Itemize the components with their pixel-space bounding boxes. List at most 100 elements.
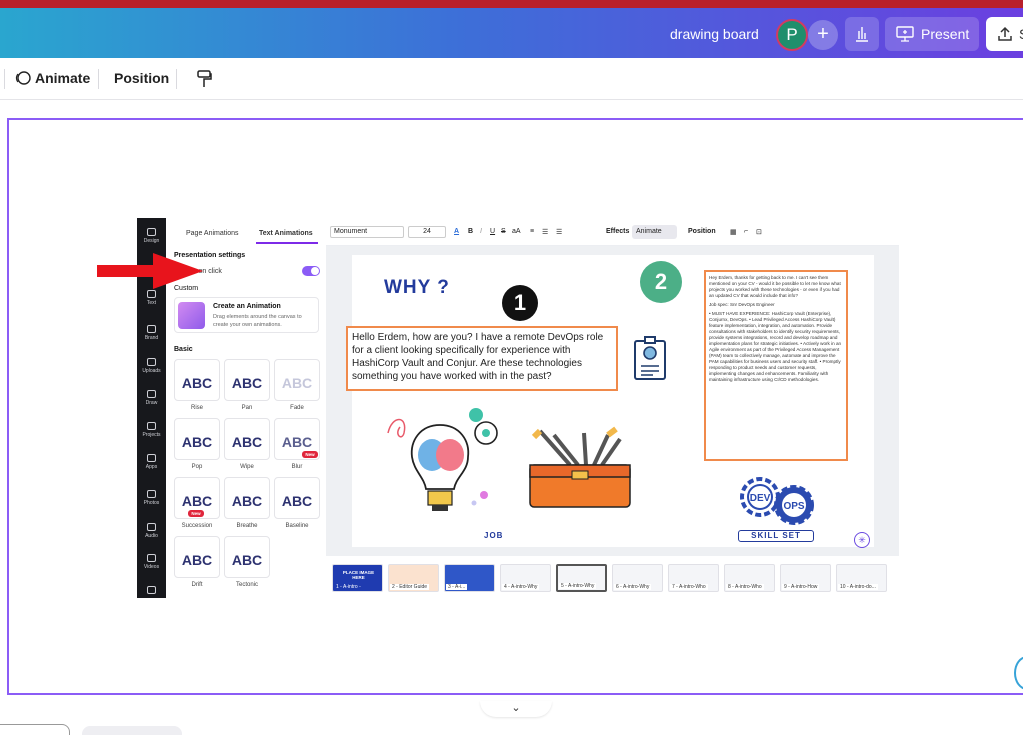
page-thumb-2[interactable]: 2 - Editor Guide bbox=[388, 564, 439, 592]
animate-button[interactable]: Animate bbox=[14, 70, 90, 86]
toolbar-divider bbox=[4, 69, 5, 89]
anim-label: Pan bbox=[241, 405, 253, 411]
lock-icon[interactable]: ⊡ bbox=[756, 228, 762, 236]
slide[interactable]: WHY ? Hello Erdem, how are you? I have a… bbox=[346, 255, 874, 548]
paint-format-icon[interactable] bbox=[196, 69, 212, 89]
videos-icon bbox=[147, 554, 156, 562]
anim-label: Wipe bbox=[240, 464, 254, 470]
toggle-knob bbox=[311, 267, 319, 275]
text-icon bbox=[147, 290, 156, 298]
toolbar-divider bbox=[176, 69, 177, 89]
message-textbox[interactable]: Hello Erdem, how are you? I have a remot… bbox=[346, 326, 618, 391]
anim-wipe[interactable]: ABC bbox=[224, 418, 270, 460]
anim-baseline[interactable]: ABC bbox=[274, 477, 320, 519]
text-color-icon[interactable]: A bbox=[454, 228, 459, 235]
underline-icon[interactable]: U bbox=[490, 228, 495, 235]
expand-pages-button[interactable]: ⌄ bbox=[480, 701, 552, 717]
user-avatar[interactable]: P bbox=[776, 19, 808, 51]
page-thumb-label: 10 - A-intro-do... bbox=[838, 584, 878, 590]
list-icon[interactable]: ☰ bbox=[542, 228, 548, 236]
page-thumb-label: 9 - A-intro-How bbox=[782, 584, 820, 590]
anim-drift[interactable]: ABC bbox=[174, 536, 220, 578]
anim-pop[interactable]: ABC bbox=[174, 418, 220, 460]
strikethrough-icon[interactable]: S bbox=[501, 228, 506, 235]
app-window: drawing board P + Present S bbox=[0, 0, 1023, 735]
inner-animate-button[interactable]: Animate bbox=[632, 225, 677, 239]
projects-icon bbox=[147, 422, 156, 430]
add-collaborator-button[interactable]: + bbox=[808, 20, 838, 50]
anim-pan[interactable]: ABC bbox=[224, 359, 270, 401]
rail-item-videos[interactable]: Videos bbox=[137, 554, 166, 570]
insights-button[interactable] bbox=[845, 17, 879, 51]
page-thumb-4[interactable]: 4 - A-intro-Why bbox=[500, 564, 551, 592]
embedded-screenshot[interactable]: Design Text Brand Uploads Draw Projects … bbox=[137, 218, 899, 598]
marker-two: 2 bbox=[640, 261, 682, 303]
page-thumb-label: 3 - A-i... bbox=[446, 584, 468, 590]
page-thumb-5[interactable]: 5 - A-intro-Why bbox=[556, 564, 607, 592]
page-thumb-1[interactable]: PLACE IMAGE HERE 1 - A-intro - bbox=[332, 564, 383, 592]
new-badge: New bbox=[188, 510, 204, 517]
case-icon[interactable]: aA bbox=[512, 228, 521, 235]
rail-item-text[interactable]: Text bbox=[137, 290, 166, 306]
rail-item-audio[interactable]: Audio bbox=[137, 523, 166, 539]
tab-text-animations[interactable]: Text Animations bbox=[259, 230, 313, 237]
create-animation-title: Create an Animation bbox=[213, 303, 281, 310]
folder-icon bbox=[147, 586, 156, 594]
inner-toolbar: Monument 24 A B I U S aA ≡ ☰ ☰ Effects A… bbox=[326, 218, 899, 246]
anim-breathe[interactable]: ABC bbox=[224, 477, 270, 519]
anim-label: Drift bbox=[191, 582, 203, 588]
align-icon[interactable]: ≡ bbox=[530, 228, 534, 235]
page-thumb-9[interactable]: 9 - A-intro-How bbox=[780, 564, 831, 592]
share-button[interactable]: S bbox=[986, 17, 1023, 51]
anim-label: Rise bbox=[190, 405, 203, 411]
bottom-control-secondary[interactable] bbox=[82, 726, 182, 735]
photos-icon bbox=[147, 490, 156, 498]
position-button[interactable]: Position bbox=[114, 70, 169, 86]
create-animation-card[interactable]: Create an Animation Drag elements around… bbox=[174, 297, 319, 333]
job-label[interactable]: JOB bbox=[484, 531, 503, 540]
magic-button[interactable]: ✳ bbox=[854, 532, 870, 548]
spacing-icon[interactable]: ☰ bbox=[556, 228, 562, 236]
animate-label: Animate bbox=[35, 70, 91, 86]
tab-page-animations[interactable]: Page Animations bbox=[186, 230, 239, 237]
devops-gears-illustration: DEV OPS bbox=[740, 477, 814, 525]
effects-button[interactable]: Effects bbox=[606, 228, 629, 235]
page-thumb-7[interactable]: 7 - A-intro-Who bbox=[668, 564, 719, 592]
brand-icon bbox=[147, 325, 156, 333]
page-thumb-label: 8 - A-intro-Who bbox=[726, 584, 764, 590]
rail-item-uploads[interactable]: Uploads bbox=[137, 358, 166, 374]
font-selector[interactable]: Monument bbox=[330, 226, 404, 238]
rail-item-apps[interactable]: Apps bbox=[137, 454, 166, 470]
page-thumb-6[interactable]: 6 - A-intro-Why bbox=[612, 564, 663, 592]
inner-position-button[interactable]: Position bbox=[688, 228, 716, 235]
anim-tectonic[interactable]: ABC bbox=[224, 536, 270, 578]
bottom-control[interactable] bbox=[0, 724, 70, 735]
rail-item-brand[interactable]: Brand bbox=[137, 325, 166, 341]
document-title[interactable]: drawing board bbox=[670, 26, 759, 42]
animate-icon bbox=[15, 71, 31, 85]
anim-rise[interactable]: ABC bbox=[174, 359, 220, 401]
transparency-icon[interactable]: ▦ bbox=[730, 228, 737, 236]
toolbar-divider bbox=[98, 69, 99, 89]
present-button[interactable]: Present bbox=[885, 17, 979, 51]
appear-on-click-toggle[interactable] bbox=[302, 266, 320, 276]
rail-item-folder[interactable] bbox=[137, 586, 166, 596]
italic-icon[interactable]: I bbox=[480, 228, 482, 235]
rail-item-design[interactable]: Design bbox=[137, 228, 166, 244]
rail-item-projects[interactable]: Projects bbox=[137, 422, 166, 438]
rail-item-draw[interactable]: Draw bbox=[137, 390, 166, 406]
rail-item-photos[interactable]: Photos bbox=[137, 490, 166, 506]
slide-heading[interactable]: WHY ? bbox=[384, 277, 450, 299]
page-thumb-3[interactable]: 3 - A-i... bbox=[444, 564, 495, 592]
page-thumb-8[interactable]: 8 - A-intro-Who bbox=[724, 564, 775, 592]
bold-icon[interactable]: B bbox=[468, 228, 473, 235]
font-size-field[interactable]: 24 bbox=[408, 226, 446, 238]
present-icon bbox=[896, 26, 914, 42]
paint-format-icon[interactable]: ⌐ bbox=[744, 228, 748, 235]
skill-set-label[interactable]: SKILL SET bbox=[738, 530, 814, 542]
page-thumb-10[interactable]: 10 - A-intro-do... bbox=[836, 564, 887, 592]
new-badge: New bbox=[302, 451, 318, 458]
reply-textbox[interactable]: Hey Erdem, thanks for getting back to me… bbox=[704, 270, 848, 461]
anim-fade[interactable]: ABC bbox=[274, 359, 320, 401]
page-thumb-label: 1 - A-intro - bbox=[334, 584, 363, 590]
